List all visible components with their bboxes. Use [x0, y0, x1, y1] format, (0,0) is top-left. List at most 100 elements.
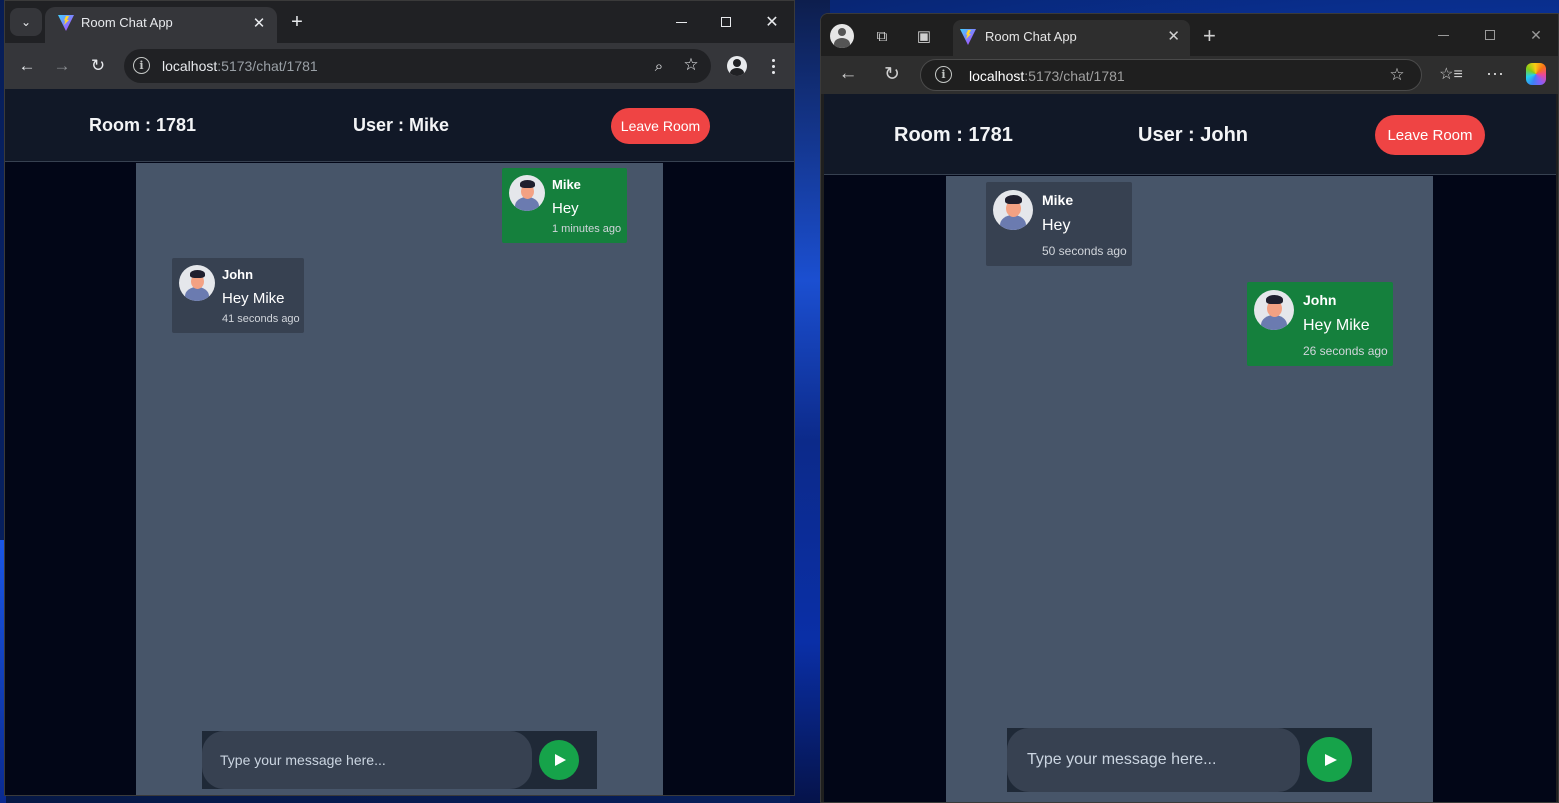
back-button[interactable]: ← [838, 63, 858, 84]
edge-window: ⧉ ▣ Room Chat App ✕ + ✕ ← ↻ i localhost:… [820, 13, 1559, 803]
chrome-toolbar: ← → ↻ i localhost:5173/chat/1781 ⌕ ☆ [5, 43, 794, 89]
address-bar[interactable]: i localhost:5173/chat/1781 ⌕ ☆ [124, 49, 711, 83]
minimize-icon [675, 21, 687, 23]
message-sender: John [222, 267, 254, 282]
edge-tab-strip: ⧉ ▣ Room Chat App ✕ + ✕ [821, 14, 1558, 56]
message-text: Hey [552, 200, 579, 217]
url-path: :5173/chat/1781 [1024, 68, 1125, 84]
room-label: Room : 1781 [894, 124, 1013, 146]
leave-room-button[interactable]: Leave Room [611, 108, 710, 144]
url-text: localhost:5173/chat/1781 [969, 68, 1125, 84]
settings-more-button[interactable]: ⋯ [1485, 64, 1505, 84]
send-icon [1325, 753, 1337, 766]
avatar [509, 175, 545, 211]
message-sender: Mike [1042, 192, 1074, 208]
url-host: localhost [969, 68, 1025, 84]
tab-actions-icon[interactable]: ▣ [914, 26, 934, 46]
message-text: Hey [1042, 217, 1071, 234]
minimize-button[interactable] [1430, 24, 1456, 46]
message-input[interactable] [202, 731, 532, 789]
minimize-icon [1437, 34, 1449, 36]
message-text: Hey Mike [222, 290, 285, 307]
url-path: :5173/chat/1781 [217, 58, 318, 74]
message-input[interactable] [1007, 728, 1300, 792]
maximize-icon [1485, 30, 1495, 40]
message-time: 50 seconds ago [1042, 244, 1127, 258]
close-window-button[interactable]: ✕ [758, 9, 786, 35]
send-icon [555, 754, 566, 766]
copilot-button[interactable] [1526, 63, 1546, 85]
browser-tab-active[interactable]: Room Chat App ✕ [953, 20, 1190, 56]
message-time: 41 seconds ago [222, 313, 300, 325]
workspaces-icon[interactable]: ⧉ [872, 26, 892, 46]
minimize-button[interactable] [667, 9, 695, 35]
arrow-right-icon: → [53, 56, 71, 75]
reload-icon: ↻ [884, 63, 900, 85]
reload-button[interactable]: ↻ [882, 63, 902, 85]
send-button[interactable] [1307, 737, 1352, 782]
message-time: 26 seconds ago [1303, 344, 1388, 358]
app-header: Room : 1781 User : Mike Leave Room [5, 89, 794, 162]
vite-favicon-icon [58, 15, 74, 31]
close-icon: ✕ [1530, 26, 1542, 43]
avatar [1254, 290, 1294, 330]
message-bubble-own: John Hey Mike 26 seconds ago [1247, 282, 1393, 366]
message-composer [1007, 728, 1372, 792]
favorites-button[interactable]: ☆≡ [1439, 64, 1463, 84]
favorite-star-icon[interactable]: ☆ [1387, 65, 1407, 85]
arrow-left-icon: ← [838, 63, 858, 84]
profile-button[interactable] [725, 54, 749, 78]
message-sender: Mike [552, 177, 581, 192]
maximize-icon [721, 17, 731, 27]
reload-icon: ↻ [90, 56, 106, 75]
chrome-tab-strip: ⌄ Room Chat App ✕ + ✕ [5, 1, 794, 43]
app-header: Room : 1781 User : John Leave Room [824, 94, 1556, 175]
vite-favicon-icon [960, 29, 976, 45]
site-info-icon[interactable]: i [133, 57, 150, 74]
close-window-button[interactable]: ✕ [1523, 24, 1549, 46]
forward-button[interactable]: → [50, 54, 74, 78]
favorites-list-icon: ☆≡ [1439, 66, 1463, 83]
reload-button[interactable]: ↻ [86, 54, 110, 78]
user-label: User : Mike [353, 115, 450, 135]
message-sender: John [1303, 292, 1337, 308]
chat-app-john: Room : 1781 User : John Leave Room Mike … [824, 94, 1556, 802]
user-label: User : John [1138, 124, 1249, 146]
close-icon: ✕ [765, 14, 779, 31]
tab-close-icon[interactable]: ✕ [1167, 27, 1180, 45]
browser-tab-active[interactable]: Room Chat App ✕ [45, 7, 277, 43]
tab-title: Room Chat App [81, 15, 173, 30]
chevron-down-icon: ⌄ [20, 15, 32, 29]
bookmark-star-icon[interactable]: ☆ [679, 53, 703, 77]
message-time: 1 minutes ago [552, 223, 622, 235]
profile-icon [727, 56, 747, 76]
maximize-button[interactable] [1477, 24, 1503, 46]
send-button[interactable] [539, 740, 579, 780]
arrow-left-icon: ← [18, 56, 36, 75]
new-tab-button[interactable]: + [1203, 23, 1216, 49]
site-info-icon[interactable]: i [935, 66, 952, 83]
chat-messages-area: Mike Hey 50 seconds ago John Hey Mike 26… [946, 176, 1433, 802]
address-bar[interactable]: i localhost:5173/chat/1781 ☆ [920, 59, 1422, 91]
maximize-button[interactable] [712, 9, 740, 35]
message-bubble-other: Mike Hey 50 seconds ago [986, 182, 1132, 266]
url-text: localhost:5173/chat/1781 [162, 58, 318, 74]
url-host: localhost [162, 58, 218, 74]
tab-title: Room Chat App [985, 29, 1077, 44]
zoom-icon[interactable]: ⌕ [647, 54, 671, 78]
profile-icon[interactable] [830, 24, 854, 48]
tab-search-button[interactable]: ⌄ [10, 8, 42, 36]
message-composer [202, 731, 597, 789]
message-bubble-own: Mike Hey 1 minutes ago [502, 168, 627, 243]
avatar [179, 265, 215, 301]
edge-toolbar: ← ↻ i localhost:5173/chat/1781 ☆ ☆≡ ⋯ [821, 56, 1558, 94]
more-horiz-icon: ⋯ [1486, 63, 1504, 84]
back-button[interactable]: ← [15, 54, 39, 78]
tab-close-icon[interactable]: ✕ [249, 13, 269, 33]
chrome-menu-button[interactable] [761, 54, 785, 78]
leave-room-button[interactable]: Leave Room [1375, 115, 1485, 155]
new-tab-button[interactable]: + [285, 10, 309, 34]
message-bubble-other: John Hey Mike 41 seconds ago [172, 258, 304, 333]
room-label: Room : 1781 [89, 115, 197, 135]
chat-app-mike: Room : 1781 User : Mike Leave Room Mike … [5, 89, 794, 795]
